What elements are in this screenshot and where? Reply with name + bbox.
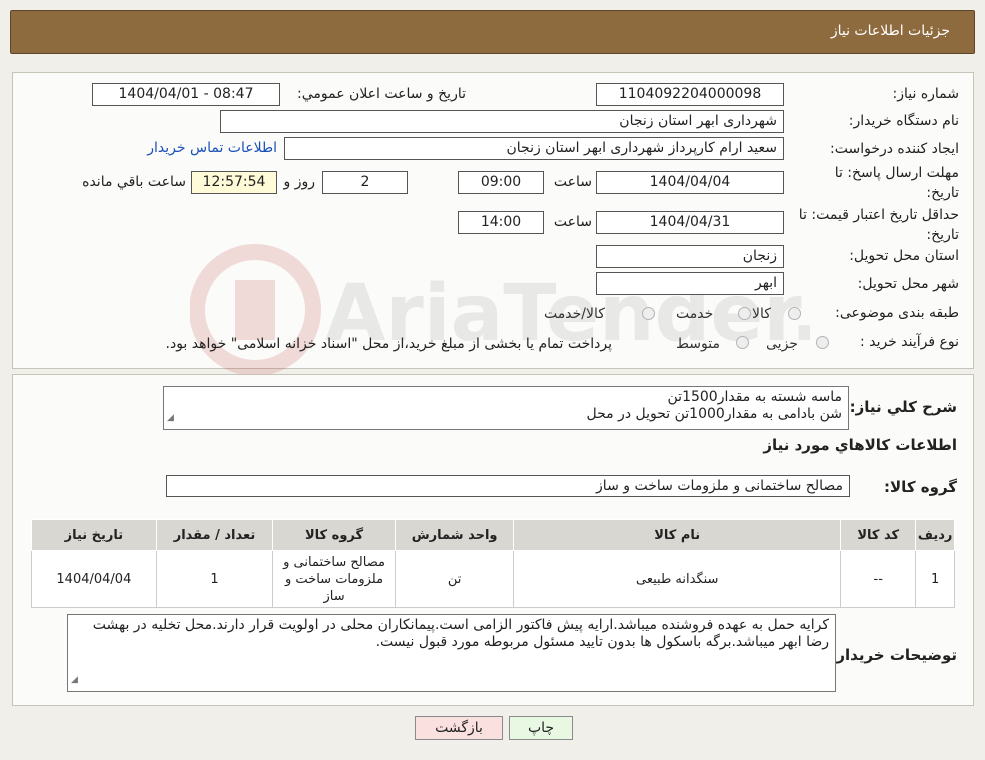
col-header-date: تاریخ نیاز	[31, 519, 157, 551]
goods-info-title: اطلاعات کالاهاي مورد نياز	[763, 436, 957, 454]
goods-group-label: گروه کالا:	[884, 478, 957, 496]
cell-unit: تن	[394, 550, 515, 608]
city-label: شهر محل تحويل:	[857, 276, 959, 292]
resize-grip-icon[interactable]: ◢	[71, 672, 78, 689]
col-header-quantity: تعداد / مقدار	[155, 519, 274, 551]
validity-label: حداقل تاريخ اعتبار قيمت: تا تاریخ:	[798, 207, 959, 243]
cell-row-number: 1	[915, 550, 955, 608]
goods-table: رديف کد کالا نام کالا واحد شمارش گروه کا…	[31, 519, 955, 608]
purchase-option-minor: جزیی	[766, 336, 798, 352]
summary-line-1: ماسه شسته به مقدار1500تن	[667, 389, 843, 405]
requester-field: سعید ارام کارپرداز شهرداری ابهر استان زن…	[284, 137, 784, 160]
purchase-option-medium: متوسط	[676, 336, 720, 352]
buyer-org-label: نام دستگاه خريدار:	[848, 113, 959, 129]
col-header-row-number: رديف	[915, 519, 955, 551]
table-header-row: رديف کد کالا نام کالا واحد شمارش گروه کا…	[31, 519, 955, 551]
print-button[interactable]: چاپ	[509, 716, 573, 740]
remaining-time-field: 12:57:54	[191, 171, 277, 194]
deadline-label: مهلت ارسال پاسخ: تا تاریخ:	[834, 165, 959, 201]
category-radio-goods[interactable]	[788, 307, 801, 320]
summary-label: شرح کلي نياز:	[849, 398, 957, 416]
buyer-notes-label: توضيحات خريدار:	[830, 646, 957, 664]
buyer-notes-text: کرایه حمل به عهده فروشنده میباشد.ارایه پ…	[92, 617, 829, 650]
col-header-group: گروه کالا	[272, 519, 396, 551]
days-label: روز و	[283, 174, 316, 190]
announce-label: تاریخ و ساعت اعلان عمومي:	[297, 86, 466, 102]
cell-name: سنگدانه طبیعی	[513, 550, 842, 608]
remaining-label: ساعت باقي مانده	[82, 174, 186, 190]
province-field: زنجان	[596, 245, 784, 268]
category-option-service: خدمت	[676, 306, 714, 322]
page-title: جزئیات اطلاعات نیاز	[830, 23, 950, 39]
category-radio-service[interactable]	[738, 307, 751, 320]
cell-code: --	[840, 550, 917, 608]
purchase-type-label: نوع فرآيند خريد :	[860, 334, 959, 350]
category-option-goods: کالا	[752, 306, 771, 322]
resize-grip-icon[interactable]: ◢	[167, 410, 174, 427]
validity-date-field: 1404/04/31	[596, 211, 784, 234]
page-header: جزئیات اطلاعات نیاز	[10, 10, 975, 54]
col-header-name: نام کالا	[513, 519, 842, 551]
deadline-time-label: ساعت	[553, 174, 592, 190]
cell-quantity: 1	[155, 550, 274, 608]
buyer-notes-textarea[interactable]: کرایه حمل به عهده فروشنده میباشد.ارایه پ…	[67, 614, 836, 692]
city-field: ابهر	[596, 272, 784, 295]
category-label: طبقه بندی موضوعی:	[835, 305, 959, 321]
back-button[interactable]: بازگشت	[415, 716, 503, 740]
buyer-org-field: شهرداری ابهر استان زنجان	[220, 110, 784, 133]
table-row: 1 -- سنگدانه طبیعی تن مصالح ساختمانی و م…	[31, 550, 955, 608]
goods-group-field: مصالح ساختمانی و ملزومات ساخت و ساز	[166, 475, 850, 497]
days-field: 2	[322, 171, 408, 194]
category-radio-goods-service[interactable]	[642, 307, 655, 320]
col-header-unit: واحد شمارش	[394, 519, 515, 551]
need-number-label: شماره نیاز:	[892, 86, 960, 102]
deadline-date-field: 1404/04/04	[596, 171, 784, 194]
purchase-radio-medium[interactable]	[736, 336, 749, 349]
purchase-note: پرداخت تمام یا بخشی از مبلغ خرید،از محل …	[165, 336, 612, 352]
validity-time-field: 14:00	[458, 211, 544, 234]
cell-date: 1404/04/04	[31, 550, 157, 608]
need-number-field: 1104092204000098	[596, 83, 784, 106]
purchase-radio-minor[interactable]	[816, 336, 829, 349]
summary-textarea[interactable]: ماسه شسته به مقدار1500تن شن بادامی به مق…	[163, 386, 849, 430]
province-label: استان محل تحويل:	[849, 248, 959, 264]
summary-line-2: شن بادامی به مقدار1000تن تحویل در محل	[586, 406, 842, 422]
cell-group: مصالح ساختمانی و ملزومات ساخت و ساز	[272, 550, 396, 608]
announce-datetime-field: 1404/04/01 - 08:47	[92, 83, 280, 106]
buyer-contact-link[interactable]: اطلاعات تماس خريدار	[147, 140, 277, 156]
category-option-goods-service: کالا/خدمت	[544, 306, 605, 322]
requester-label: ايجاد کننده درخواست:	[830, 141, 959, 157]
col-header-code: کد کالا	[840, 519, 917, 551]
deadline-time-field: 09:00	[458, 171, 544, 194]
validity-time-label: ساعت	[553, 214, 592, 230]
